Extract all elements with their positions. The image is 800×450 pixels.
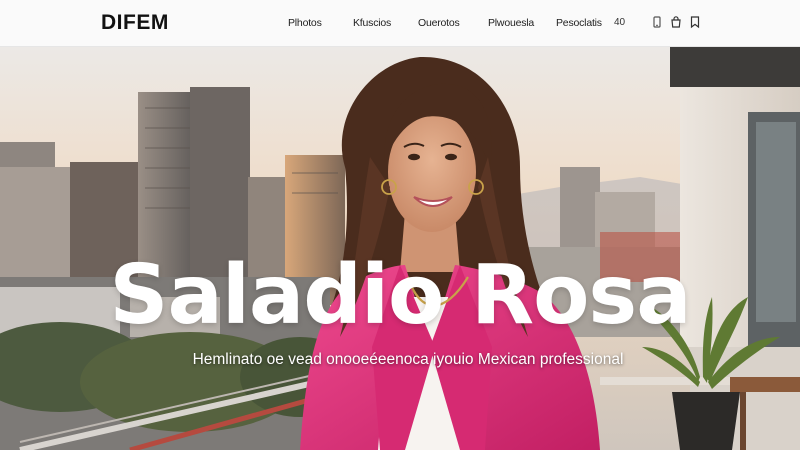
nav-item-2[interactable]: Kfuscios	[353, 17, 391, 29]
nav-item-5[interactable]: Pesoclatis	[556, 17, 602, 29]
nav-count-badge: 40	[614, 17, 626, 28]
hero-title: Saladio Rosa	[109, 248, 691, 343]
hero-section: Saladio Rosa Hemlinato oe vead onooeéeen…	[0, 47, 800, 450]
hero-subtitle: Hemlinato oe vead onooeéeenoca iyouio Me…	[192, 351, 624, 368]
bag-icon[interactable]	[669, 15, 683, 29]
mobile-icon[interactable]	[650, 15, 664, 29]
nav-item-4[interactable]: Plwouesla	[488, 17, 534, 29]
nav-item-3[interactable]: Ouerotos	[418, 17, 460, 29]
bookmark-icon[interactable]	[688, 15, 702, 29]
nav-item-photos[interactable]: Plhotos	[288, 17, 322, 29]
site-logo[interactable]: DIFEM	[101, 11, 169, 35]
top-navigation-bar: DIFEM Plhotos Kfuscios Ouerotos Plwouesl…	[0, 0, 800, 47]
